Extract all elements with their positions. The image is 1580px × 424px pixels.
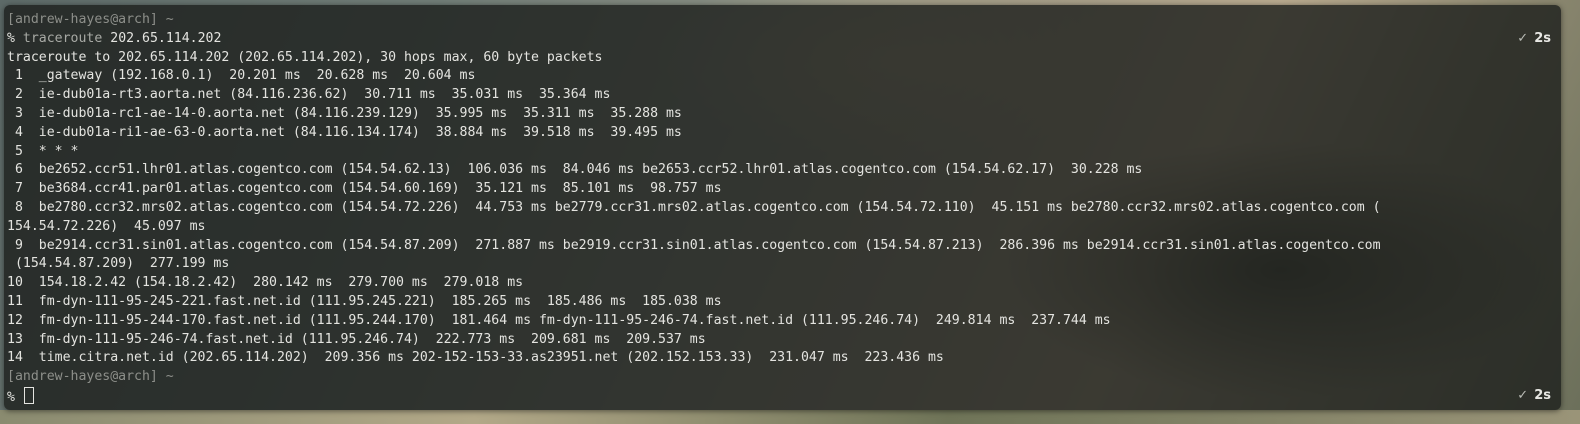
output-line: traceroute to 202.65.114.202 (202.65.114…	[7, 49, 603, 65]
command-duration: 2s	[1534, 31, 1551, 46]
output-line: 1 _gateway (192.168.0.1) 20.201 ms 20.62…	[7, 68, 476, 84]
output-line: 154.54.72.226) 45.097 ms	[7, 218, 206, 234]
command-name: traceroute	[22, 30, 103, 46]
output-line: 11 fm-dyn-111-95-245-221.fast.net.id (11…	[7, 293, 722, 309]
checkmark-icon: ✓	[1517, 388, 1529, 403]
command-line: % traceroute 202.65.114.202	[7, 30, 1561, 49]
wallpaper-strip	[0, 410, 1580, 424]
prompt-user-host: [andrew-hayes@arch] ~	[7, 12, 174, 27]
output-line: 12 fm-dyn-111-95-244-170.fast.net.id (11…	[7, 312, 1111, 328]
command-status: ✓ 2s	[1517, 388, 1551, 403]
output-line: 4 ie-dub01a-ri1-ae-63-0.aorta.net (84.11…	[7, 124, 682, 140]
output-line: 10 154.18.2.42 (154.18.2.42) 280.142 ms …	[7, 275, 524, 291]
terminal-window[interactable]: [andrew-hayes@arch] ~ % traceroute 202.6…	[4, 5, 1561, 410]
prompt-symbol: %	[7, 389, 15, 405]
command-argument: 202.65.114.202	[110, 30, 222, 46]
output-line: (154.54.87.209) 277.199 ms	[7, 256, 230, 272]
prompt-user-host: [andrew-hayes@arch] ~	[7, 369, 174, 385]
text-cursor	[23, 386, 34, 404]
output-line: 9 be2914.ccr31.sin01.atlas.cogentco.com …	[7, 237, 1381, 253]
checkmark-icon: ✓	[1517, 31, 1529, 46]
input-line[interactable]: %	[7, 386, 1561, 406]
command-status: ✓ 2s	[1517, 31, 1551, 46]
output-line: 6 be2652.ccr51.lhr01.atlas.cogentco.com …	[7, 162, 1143, 178]
output-line: 14 time.citra.net.id (202.65.114.202) 20…	[7, 350, 944, 366]
terminal-content: [andrew-hayes@arch] ~ % traceroute 202.6…	[7, 11, 1561, 406]
output-line: 13 fm-dyn-111-95-246-74.fast.net.id (111…	[7, 331, 706, 347]
output-line: 8 be2780.ccr32.mrs02.atlas.cogentco.com …	[7, 199, 1381, 215]
output-line: 3 ie-dub01a-rc1-ae-14-0.aorta.net (84.11…	[7, 105, 682, 121]
output-line: 2 ie-dub01a-rt3.aorta.net (84.116.236.62…	[7, 87, 611, 103]
output-line: 7 be3684.ccr41.par01.atlas.cogentco.com …	[7, 181, 722, 197]
prompt-symbol: %	[7, 30, 15, 46]
command-duration: 2s	[1534, 388, 1551, 403]
output-line: 5 * * *	[7, 143, 79, 159]
